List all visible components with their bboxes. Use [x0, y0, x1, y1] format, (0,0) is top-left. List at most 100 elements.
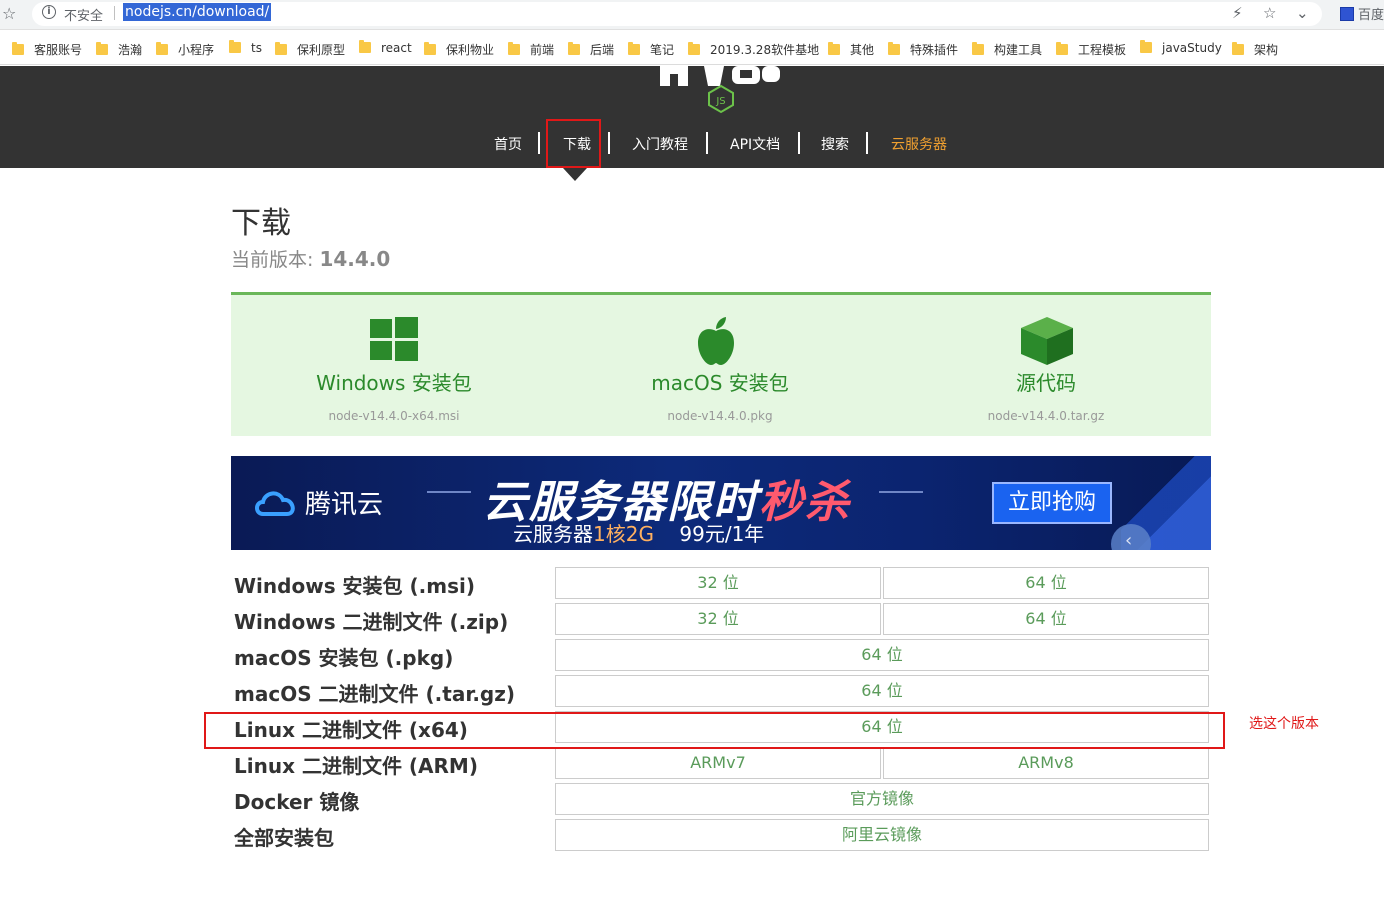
baidu-paw-icon: [1340, 7, 1354, 21]
download-link[interactable]: 64 位: [555, 639, 1209, 671]
annotation-text: 选这个版本: [1249, 716, 1319, 732]
folder-icon: [828, 42, 840, 55]
row-label: Windows 安装包 (.msi): [234, 574, 475, 598]
bookmark-item[interactable]: 其他: [828, 41, 874, 58]
insecure-label[interactable]: 不安全: [64, 5, 103, 24]
annotation-highlight-box: [204, 712, 1225, 749]
bookmark-item[interactable]: 工程模板: [1056, 41, 1126, 58]
banner-divider: [427, 491, 471, 493]
tencent-cloud-logo-icon: [255, 491, 295, 516]
bookmark-item[interactable]: javaStudy: [1140, 40, 1222, 55]
table-row: Windows 安装包 (.msi) 32 位 64 位: [231, 567, 1211, 599]
nav-separator: [608, 132, 610, 154]
folder-icon: [688, 42, 700, 55]
bookmark-item[interactable]: 特殊插件: [888, 41, 958, 58]
table-row: macOS 二进制文件 (.tar.gz) 64 位: [231, 675, 1211, 707]
download-filename: node-v14.4.0-x64.msi: [328, 409, 460, 423]
nav-separator: [706, 132, 708, 154]
download-link[interactable]: ARMv7: [555, 747, 881, 779]
js-hexagon-icon: JS: [708, 84, 734, 114]
download-label: macOS 安装包: [651, 371, 789, 395]
download-filename: node-v14.4.0.pkg: [667, 409, 773, 423]
bookmark-item[interactable]: 客服账号: [12, 41, 82, 58]
table-row: macOS 安装包 (.pkg) 64 位: [231, 639, 1211, 671]
table-row: Windows 二进制文件 (.zip) 32 位 64 位: [231, 603, 1211, 635]
nav-search[interactable]: 搜索: [821, 134, 849, 154]
folder-icon: [972, 42, 984, 55]
tencent-cloud-banner[interactable]: 腾讯云 云服务器限时秒杀 云服务器1核2G 99元/1年 立即抢购 ‹: [231, 456, 1211, 550]
bookmark-item[interactable]: 小程序: [156, 41, 214, 58]
source-download-card[interactable]: 源代码 node-v14.4.0.tar.gz: [883, 295, 1209, 436]
row-label: Linux 二进制文件 (ARM): [234, 754, 478, 778]
bookmark-item[interactable]: 笔记: [628, 41, 674, 58]
bookmark-item[interactable]: 前端: [508, 41, 554, 58]
buy-now-button[interactable]: 立即抢购: [992, 482, 1112, 524]
apple-icon: [698, 317, 734, 365]
bookmark-item[interactable]: 后端: [568, 41, 614, 58]
folder-icon: [12, 42, 24, 55]
version-value: 14.4.0: [319, 247, 391, 271]
folder-icon: [359, 40, 371, 53]
baidu-label: 百度: [1358, 8, 1384, 23]
bookmark-item[interactable]: 浩瀚: [96, 41, 142, 58]
download-link[interactable]: 官方镜像: [555, 783, 1209, 815]
row-label: macOS 二进制文件 (.tar.gz): [234, 682, 516, 706]
download-link[interactable]: ARMv8: [883, 747, 1209, 779]
banner-subline: 云服务器1核2G 99元/1年: [513, 522, 765, 546]
table-row: 全部安装包 阿里云镜像: [231, 819, 1211, 851]
windows-download-card[interactable]: Windows 安装包 node-v14.4.0-x64.msi: [231, 295, 557, 436]
macos-download-card[interactable]: macOS 安装包 node-v14.4.0.pkg: [557, 295, 883, 436]
bookmark-item[interactable]: 保利原型: [275, 41, 345, 58]
download-link[interactable]: 64 位: [883, 567, 1209, 599]
download-link[interactable]: 64 位: [555, 675, 1209, 707]
info-icon[interactable]: i: [42, 5, 56, 19]
folder-icon: [508, 42, 520, 55]
download-label: 源代码: [1016, 371, 1076, 395]
url-text[interactable]: nodejs.cn/download/: [123, 3, 272, 21]
main-nav: 首页 下载 入门教程 API文档 搜索 云服务器: [0, 132, 1384, 154]
row-label: 全部安装包: [234, 826, 334, 850]
chevron-down-icon[interactable]: ⌄: [1296, 4, 1309, 22]
nav-cloud-server[interactable]: 云服务器: [891, 134, 947, 154]
nav-api-docs[interactable]: API文档: [730, 134, 780, 154]
bookmark-item[interactable]: 架构: [1232, 41, 1278, 58]
banner-brand: 腾讯云: [305, 490, 384, 520]
address-separator: [114, 6, 115, 20]
browser-address-bar: ☆ i 不安全 nodejs.cn/download/ ⚡ ☆ ⌄ 百度: [0, 0, 1384, 30]
bookmark-item[interactable]: ts: [229, 40, 262, 55]
folder-icon: [156, 42, 168, 55]
baidu-extension[interactable]: 百度: [1340, 4, 1384, 23]
table-row: Linux 二进制文件 (ARM) ARMv7 ARMv8: [231, 747, 1211, 779]
bookmark-item[interactable]: 保利物业: [424, 41, 494, 58]
download-label: Windows 安装包: [316, 371, 472, 395]
star-icon[interactable]: ☆: [1263, 4, 1276, 22]
bookmark-item[interactable]: react: [359, 40, 412, 55]
download-link[interactable]: 64 位: [883, 603, 1209, 635]
nav-separator: [538, 132, 540, 154]
folder-icon: [568, 42, 580, 55]
folder-icon: [1140, 40, 1152, 53]
site-header: JS 首页 下载 入门教程 API文档 搜索 云服务器: [0, 66, 1384, 168]
download-link[interactable]: 32 位: [555, 603, 881, 635]
bookmark-item[interactable]: 构建工具: [972, 41, 1042, 58]
svg-text:JS: JS: [715, 96, 725, 107]
nav-home[interactable]: 首页: [494, 134, 522, 154]
lightning-icon[interactable]: ⚡: [1232, 4, 1243, 22]
download-link[interactable]: 阿里云镜像: [555, 819, 1209, 851]
folder-icon: [628, 42, 640, 55]
folder-icon: [1056, 42, 1068, 55]
folder-icon: [1232, 42, 1244, 55]
download-filename: node-v14.4.0.tar.gz: [987, 409, 1105, 423]
windows-icon: [370, 317, 418, 361]
nav-tutorial[interactable]: 入门教程: [632, 134, 688, 154]
folder-icon: [424, 42, 436, 55]
download-link[interactable]: 32 位: [555, 567, 881, 599]
folder-icon: [888, 42, 900, 55]
folder-icon: [275, 42, 287, 55]
nav-active-caret: [563, 168, 587, 181]
row-label: Docker 镜像: [234, 790, 360, 814]
bookmark-star-icon[interactable]: ☆: [2, 4, 16, 23]
bookmark-item[interactable]: 2019.3.28软件基地: [688, 41, 819, 58]
page-title: 下载: [231, 206, 291, 241]
table-row: Docker 镜像 官方镜像: [231, 783, 1211, 815]
